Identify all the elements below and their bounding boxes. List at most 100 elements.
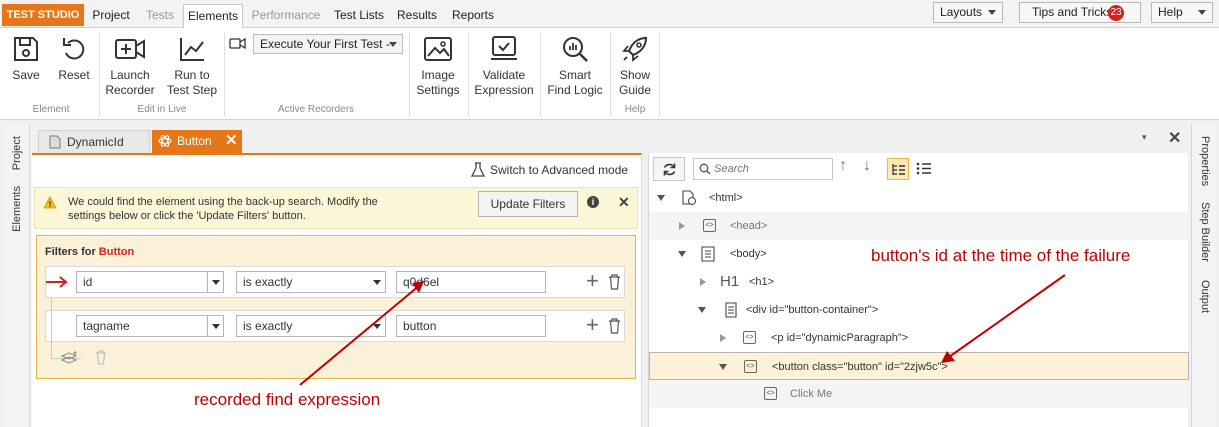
warning-text-line-1: We could find the element using the back… xyxy=(68,196,378,208)
image-settings-label-1: Image xyxy=(421,68,455,82)
run-to-label-2: Test Step xyxy=(166,83,218,97)
monitor-check-icon xyxy=(491,36,517,60)
save-button[interactable]: Save xyxy=(6,34,46,83)
smart-find-logic-button[interactable]: Smart Find Logic xyxy=(544,34,606,98)
trend-chart-icon xyxy=(180,38,204,61)
arrow-up-icon[interactable]: ↑ xyxy=(839,157,847,175)
refresh-icon xyxy=(663,163,676,176)
filter-attribute-value: tagname xyxy=(83,319,130,333)
dom-node-label: <head> xyxy=(730,220,768,232)
tab-test-lists[interactable]: Test Lists xyxy=(328,4,390,28)
dom-node-div[interactable]: <div id="button-container"> xyxy=(649,296,1189,324)
annotation-arrow xyxy=(941,274,1066,363)
trash-icon[interactable] xyxy=(608,274,621,290)
tips-and-tricks-button[interactable]: Tips and Tricks 23 xyxy=(1019,2,1141,23)
rail-tab-step-builder[interactable]: Step Builder xyxy=(1199,202,1211,262)
tab-project[interactable]: Project xyxy=(86,4,136,28)
expand-icon[interactable] xyxy=(678,251,686,257)
active-recorder-select[interactable]: Execute Your First Test - xyxy=(253,34,403,54)
rail-tab-properties[interactable]: Properties xyxy=(1199,136,1211,186)
info-icon[interactable]: i xyxy=(587,196,599,208)
launch-recorder-label-2: Recorder xyxy=(105,83,155,97)
image-settings-button[interactable]: Image Settings xyxy=(412,34,464,98)
dom-node-label: <body> xyxy=(730,248,767,260)
document-icon xyxy=(49,135,61,149)
arrow-right-icon xyxy=(46,276,68,288)
main-menu-bar: TEST STUDIO Project Tests Elements Perfo… xyxy=(0,0,1219,29)
collapse-icon[interactable] xyxy=(679,222,685,230)
filter-attribute-select[interactable]: id xyxy=(76,271,224,293)
group-label-active-recorders: Active Recorders xyxy=(277,104,355,115)
help-dropdown[interactable]: Help xyxy=(1151,2,1213,23)
collapse-icon[interactable] xyxy=(700,278,706,286)
rail-tab-output[interactable]: Output xyxy=(1199,280,1211,313)
dom-node-label: Click Me xyxy=(790,388,833,400)
tree-connector xyxy=(51,298,52,358)
tab-performance[interactable]: Performance xyxy=(247,4,325,28)
show-guide-label-2: Guide xyxy=(618,83,652,97)
dom-node-h1[interactable]: H1 <h1> xyxy=(649,268,1189,296)
reset-label: Reset xyxy=(58,68,90,82)
dom-node-text[interactable]: <> Click Me xyxy=(649,380,1189,408)
close-pane-icon[interactable]: ✕ xyxy=(1168,128,1181,148)
right-side-rail: Properties Step Builder Output xyxy=(1191,124,1217,427)
launch-recorder-button[interactable]: Launch Recorder xyxy=(102,34,158,98)
dom-node-button[interactable]: <> <button class="button" id="2zjw5c"> xyxy=(649,352,1189,380)
layouts-dropdown[interactable]: Layouts xyxy=(933,2,1003,23)
show-guide-button[interactable]: Show Guide xyxy=(614,34,656,98)
brand-logo[interactable]: TEST STUDIO xyxy=(2,4,84,26)
expand-icon[interactable] xyxy=(657,195,665,201)
run-to-test-step-button[interactable]: Run to Test Step xyxy=(164,34,220,98)
dom-node-label: <h1> xyxy=(749,276,775,288)
add-filter-icon[interactable]: + xyxy=(586,312,599,338)
advanced-mode-label: Switch to Advanced mode xyxy=(490,163,629,177)
rail-tab-project[interactable]: Project xyxy=(11,136,23,170)
doc-tab-button[interactable]: Button ✕ xyxy=(152,130,242,154)
validate-expression-button[interactable]: Validate Expression xyxy=(472,34,536,98)
expand-icon[interactable] xyxy=(719,364,727,370)
doc-tab-dynamicid[interactable]: DynamicId xyxy=(38,130,150,154)
update-filters-button[interactable]: Update Filters xyxy=(478,191,578,217)
save-label: Save xyxy=(12,68,40,82)
dom-node-p[interactable]: <> <p id="dynamicParagraph"> xyxy=(649,324,1189,352)
filter-operator-value: is exactly xyxy=(243,319,293,333)
list-view-icon[interactable] xyxy=(916,161,932,176)
ribbon-separator xyxy=(224,32,225,116)
reset-button[interactable]: Reset xyxy=(54,34,94,83)
chevron-down-icon xyxy=(207,316,223,336)
collapse-icon[interactable] xyxy=(720,334,726,342)
close-icon[interactable]: ✕ xyxy=(225,130,238,152)
chevron-down-icon xyxy=(988,10,996,15)
arrow-down-icon[interactable]: ↓ xyxy=(863,157,871,175)
expand-icon[interactable] xyxy=(698,307,706,313)
filter-attribute-select[interactable]: tagname xyxy=(76,315,224,337)
tab-reports[interactable]: Reports xyxy=(446,4,500,28)
pane-menu-icon[interactable]: ▾ xyxy=(1142,132,1147,143)
trash-icon[interactable] xyxy=(608,318,621,334)
trash-icon[interactable] xyxy=(95,350,107,365)
tab-elements[interactable]: Elements xyxy=(183,4,243,29)
filters-title-prefix: Filters for xyxy=(45,246,96,258)
show-guide-label-1: Show xyxy=(619,68,651,82)
dom-node-html[interactable]: <html> xyxy=(649,184,1189,212)
refresh-button[interactable] xyxy=(653,157,685,181)
rail-tab-elements[interactable]: Elements xyxy=(11,186,23,232)
close-icon[interactable]: ✕ xyxy=(618,194,630,211)
group-label-element: Element xyxy=(32,104,70,115)
ribbon-separator xyxy=(409,32,410,116)
add-filter-icon[interactable]: + xyxy=(586,268,599,294)
tree-view-toggle[interactable] xyxy=(887,158,909,180)
search-input[interactable] xyxy=(714,161,828,177)
atom-element-icon xyxy=(158,135,172,147)
tag-icon: <> xyxy=(764,387,777,400)
search-box[interactable] xyxy=(693,158,833,180)
tab-tests[interactable]: Tests xyxy=(138,4,182,28)
tab-results[interactable]: Results xyxy=(393,4,441,28)
dom-node-head[interactable]: <> <head> xyxy=(649,212,1189,240)
add-group-icon[interactable] xyxy=(61,350,79,366)
help-label: Help xyxy=(1158,5,1183,19)
tag-icon: <> xyxy=(743,331,756,344)
document-lines-icon xyxy=(701,246,715,262)
filters-title-element: Button xyxy=(98,246,135,258)
magnifier-chart-icon xyxy=(563,37,588,62)
